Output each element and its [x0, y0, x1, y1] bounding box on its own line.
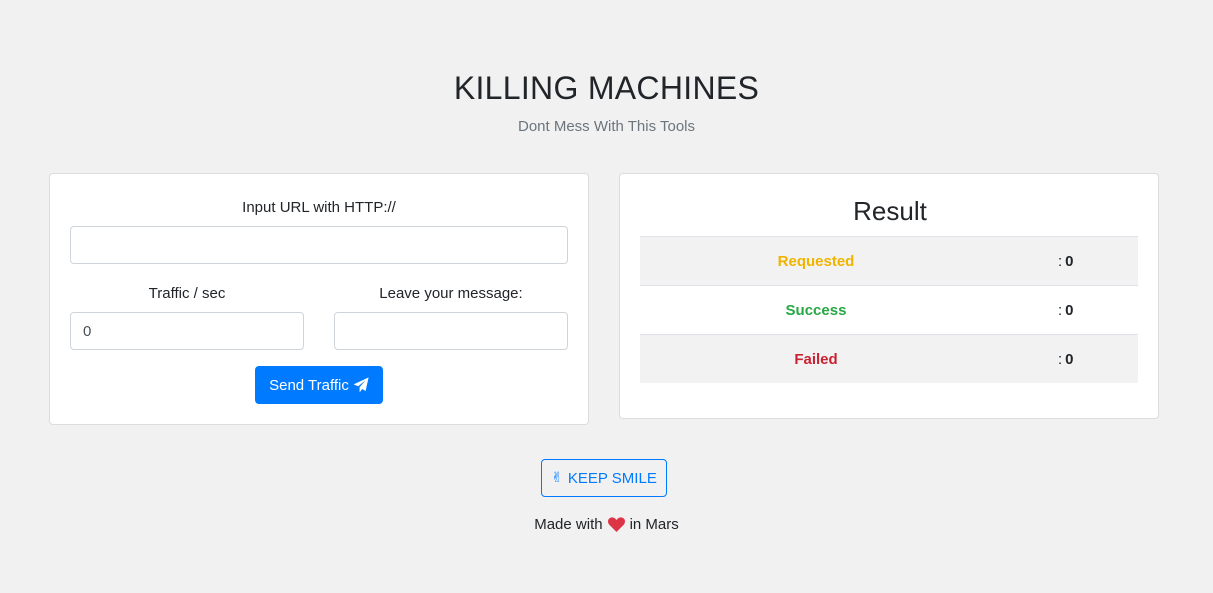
result-row-failed: Failed :0 [640, 334, 1138, 383]
traffic-form-card: Input URL with HTTP:// Traffic / sec Lea… [49, 173, 589, 425]
message-input[interactable] [334, 312, 568, 350]
requested-colon: : [1058, 252, 1063, 270]
victory-hand-icon: ✌ [551, 470, 563, 486]
requested-label: Requested [777, 252, 855, 270]
traffic-input[interactable] [70, 312, 304, 350]
footer: Made with in Mars [0, 516, 1213, 533]
success-label: Success [785, 301, 847, 319]
result-row-requested: Requested :0 [640, 236, 1138, 285]
failed-label: Failed [794, 350, 838, 368]
paper-plane-icon [353, 377, 369, 393]
page-title: KILLING MACHINES [453, 70, 760, 106]
success-value: 0 [1065, 301, 1074, 319]
success-colon: : [1058, 301, 1063, 319]
requested-value: 0 [1065, 252, 1074, 270]
send-traffic-button[interactable]: Send Traffic [255, 366, 383, 404]
failed-value-cell: :0 [992, 351, 1138, 368]
requested-value-cell: :0 [992, 253, 1138, 270]
footer-suffix: in Mars [629, 516, 679, 533]
keep-smile-button[interactable]: ✌ KEEP SMILE [541, 459, 667, 497]
message-label: Leave your message: [379, 285, 523, 302]
result-table: Requested :0 Success :0 Failed :0 [640, 236, 1138, 383]
footer-prefix: Made with [534, 516, 603, 533]
success-value-cell: :0 [992, 302, 1138, 319]
page-subtitle: Dont Mess With This Tools [517, 118, 695, 135]
traffic-label: Traffic / sec [148, 285, 226, 302]
heart-icon [607, 517, 625, 532]
failed-colon: : [1058, 350, 1063, 368]
keep-smile-label: KEEP SMILE [567, 469, 657, 487]
page: KILLING MACHINES Dont Mess With This Too… [0, 0, 1213, 593]
failed-value: 0 [1065, 350, 1074, 368]
send-traffic-label: Send Traffic [269, 376, 349, 394]
result-card: Result Requested :0 Success :0 Failed :0 [619, 173, 1159, 419]
url-label: Input URL with HTTP:// [242, 199, 396, 216]
result-row-success: Success :0 [640, 285, 1138, 334]
result-title: Result [853, 196, 927, 226]
url-input[interactable] [70, 226, 568, 264]
